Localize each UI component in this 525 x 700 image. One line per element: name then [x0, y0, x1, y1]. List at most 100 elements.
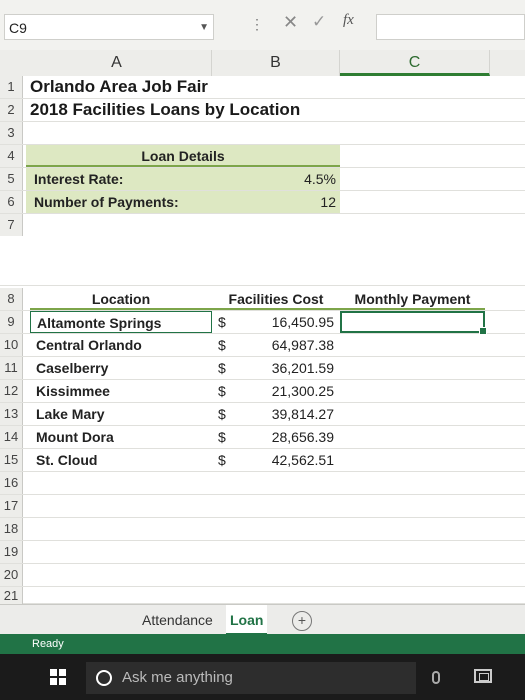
enter-check-icon[interactable]: ✓	[312, 12, 326, 32]
monthly-payment-cell[interactable]	[340, 357, 485, 379]
row-number[interactable]: 8	[0, 288, 23, 310]
row-4: 4 Loan Details	[0, 145, 525, 168]
row-number[interactable]: 15	[0, 449, 23, 471]
add-sheet-icon[interactable]: +	[292, 611, 312, 631]
table-row: 15 St. Cloud $ 42,562.51	[0, 449, 525, 472]
row-6: 6 Number of Payments: 12	[0, 191, 525, 214]
row-1: 1 Orlando Area Job Fair	[0, 76, 525, 99]
row-8: 8 Location Facilities Cost Monthly Payme…	[0, 288, 525, 311]
monthly-payment-cell[interactable]	[340, 380, 485, 402]
monthly-payment-cell[interactable]	[340, 426, 485, 448]
row-number[interactable]: 3	[0, 122, 23, 144]
facilities-cost-cell[interactable]: 36,201.59	[240, 357, 336, 379]
facilities-cost-cell[interactable]: 39,814.27	[240, 403, 336, 425]
microphone-icon[interactable]	[432, 671, 440, 684]
taskbar: Ask me anything	[0, 654, 525, 700]
worksheet-grid: 1 Orlando Area Job Fair 2 2018 Facilitie…	[0, 76, 525, 604]
monthly-payment-cell[interactable]	[340, 334, 485, 356]
row-number[interactable]: 13	[0, 403, 23, 425]
interest-rate-value[interactable]: 4.5%	[212, 168, 340, 190]
cancel-icon[interactable]: ✕	[283, 12, 298, 33]
facilities-cost-cell[interactable]: 21,300.25	[240, 380, 336, 402]
row-number[interactable]: 20	[0, 564, 23, 586]
windows-start-icon[interactable]	[50, 669, 66, 685]
active-cell-c9[interactable]	[340, 311, 487, 335]
number-of-payments-value[interactable]: 12	[212, 191, 340, 213]
currency-symbol: $	[218, 360, 226, 376]
location-cell[interactable]: Central Orlando	[30, 334, 212, 356]
insert-function-icon[interactable]: fx	[343, 12, 354, 29]
location-cell[interactable]: Altamonte Springs	[30, 311, 212, 333]
name-box[interactable]: C9 ▼	[4, 14, 214, 40]
location-cell[interactable]: Caselberry	[30, 357, 212, 379]
location-cell[interactable]: Mount Dora	[30, 426, 212, 448]
more-options-icon[interactable]: ⋮	[250, 16, 265, 33]
row-number[interactable]: 6	[0, 191, 23, 213]
currency-symbol: $	[218, 406, 226, 422]
row-3: 3	[0, 122, 525, 145]
table-row: 12 Kissimmee $ 21,300.25	[0, 380, 525, 403]
tab-attendance[interactable]: Attendance	[138, 605, 217, 635]
sheet-subtitle[interactable]: 2018 Facilities Loans by Location	[30, 99, 300, 121]
currency-symbol: $	[218, 429, 226, 445]
cortana-circle-icon	[96, 670, 112, 686]
facilities-cost-cell[interactable]: 28,656.39	[240, 426, 336, 448]
facilities-cost-cell[interactable]: 64,987.38	[240, 334, 336, 356]
row-number[interactable]: 14	[0, 426, 23, 448]
row-number[interactable]: 18	[0, 518, 23, 540]
interest-rate-label[interactable]: Interest Rate:	[26, 168, 212, 190]
chevron-down-icon[interactable]: ▼	[199, 15, 209, 41]
row-number[interactable]: 2	[0, 99, 23, 121]
row-number[interactable]: 10	[0, 334, 23, 356]
row-number[interactable]: 1	[0, 76, 23, 98]
row-21: 21	[0, 587, 525, 604]
taskbar-search[interactable]: Ask me anything	[86, 662, 416, 694]
location-cell[interactable]: Kissimmee	[30, 380, 212, 402]
sheet-tab-bar: Attendance Loan +	[0, 604, 525, 635]
table-row: 14 Mount Dora $ 28,656.39	[0, 426, 525, 449]
currency-symbol: $	[218, 452, 226, 468]
facilities-cost-column-header[interactable]: Facilities Cost	[212, 288, 340, 310]
name-box-value: C9	[9, 20, 27, 36]
row-number[interactable]: 19	[0, 541, 23, 563]
row-number[interactable]: 12	[0, 380, 23, 402]
row-number[interactable]: 21	[0, 587, 23, 604]
monthly-payment-cell[interactable]	[340, 449, 485, 471]
row-7: 7	[0, 214, 525, 286]
loan-details-header[interactable]: Loan Details	[26, 145, 340, 167]
formula-bar: C9 ▼ ⋮ ✕ ✓ fx	[0, 0, 525, 51]
facilities-cost-cell[interactable]: 42,562.51	[240, 449, 336, 471]
task-view-icon[interactable]	[474, 669, 492, 683]
row-number[interactable]: 16	[0, 472, 23, 494]
row-number[interactable]: 11	[0, 357, 23, 379]
table-row: 9 Altamonte Springs $ 16,450.95	[0, 311, 525, 335]
table-row: 11 Caselberry $ 36,201.59	[0, 357, 525, 380]
formula-input[interactable]	[376, 14, 525, 40]
row-number[interactable]: 5	[0, 168, 23, 190]
tab-loan[interactable]: Loan	[226, 605, 268, 635]
location-cell[interactable]: St. Cloud	[30, 449, 212, 471]
currency-symbol: $	[218, 383, 226, 399]
monthly-payment-column-header[interactable]: Monthly Payment	[340, 288, 485, 310]
location-cell[interactable]: Lake Mary	[30, 403, 212, 425]
column-header-a[interactable]: A	[22, 50, 212, 76]
row-number[interactable]: 7	[0, 214, 23, 236]
currency-symbol: $	[218, 337, 226, 353]
column-header-bar: A B C	[0, 50, 525, 77]
column-header-b[interactable]: B	[212, 50, 340, 76]
column-header-c[interactable]: C	[340, 50, 490, 76]
facilities-cost-cell[interactable]: 16,450.95	[240, 311, 336, 333]
sheet-title[interactable]: Orlando Area Job Fair	[30, 76, 208, 98]
number-of-payments-label[interactable]: Number of Payments:	[26, 191, 212, 213]
location-column-header[interactable]: Location	[30, 288, 212, 310]
row-18: 18	[0, 518, 525, 541]
search-placeholder: Ask me anything	[122, 669, 233, 686]
row-17: 17	[0, 495, 525, 518]
row-20: 20	[0, 564, 525, 587]
monthly-payment-cell[interactable]	[340, 403, 485, 425]
row-2: 2 2018 Facilities Loans by Location	[0, 99, 525, 122]
row-5: 5 Interest Rate: 4.5%	[0, 168, 525, 191]
row-number[interactable]: 4	[0, 145, 23, 167]
row-number[interactable]: 9	[0, 311, 23, 333]
row-number[interactable]: 17	[0, 495, 23, 517]
